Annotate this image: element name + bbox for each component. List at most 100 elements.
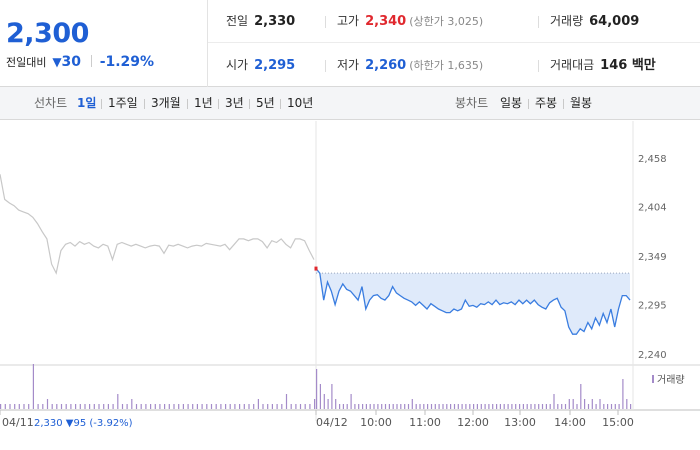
y-tick-label: 2,349 bbox=[638, 252, 667, 263]
volume-bar-today bbox=[411, 399, 413, 409]
volume-bar-today bbox=[423, 404, 425, 409]
volume-bar-prev bbox=[243, 404, 245, 409]
volume-bar-today bbox=[331, 384, 333, 409]
divider bbox=[90, 55, 92, 67]
current-price: 2,300 bbox=[6, 18, 89, 49]
stat-open: 시가 2,295 bbox=[226, 58, 296, 73]
volume-bar-today bbox=[430, 404, 433, 409]
volume-bar-prev bbox=[271, 404, 273, 409]
volume-bar-today bbox=[549, 404, 551, 409]
volume-bar-today bbox=[564, 404, 567, 409]
volume-bar-prev bbox=[145, 404, 147, 409]
intraday-price-chart[interactable]: 2,458 2,404 2,349 2,295 2,240 거래량 04/11 04/12 10… bbox=[0, 121, 700, 450]
y-tick-label: 2,458 bbox=[638, 154, 667, 165]
volume-bar-today bbox=[595, 404, 597, 409]
period-3m-tab[interactable]: 3개월 bbox=[151, 87, 181, 120]
series-prev-day-line bbox=[0, 174, 315, 275]
x-tick-label: 11:00 bbox=[409, 416, 441, 429]
volume-bar-today bbox=[580, 384, 582, 409]
volume-bar-prev bbox=[28, 404, 30, 409]
volume-bar-today bbox=[327, 399, 329, 409]
period-5y-tab[interactable]: 5년 bbox=[256, 87, 275, 120]
x-tick-label: 04/11 bbox=[2, 416, 34, 429]
volume-bar-today bbox=[419, 404, 421, 409]
volume-bar-today bbox=[599, 399, 601, 409]
volume-bar-prev bbox=[135, 404, 138, 409]
volume-bar-prev bbox=[150, 404, 152, 409]
volume-bar-today bbox=[469, 404, 471, 409]
volume-bar-prev bbox=[117, 394, 119, 409]
volume-bar-today bbox=[488, 404, 490, 409]
volume-bar-today bbox=[557, 404, 559, 409]
volume-bar-prev bbox=[4, 404, 6, 409]
volume-bar-today bbox=[484, 404, 486, 409]
volume-bar-today bbox=[576, 404, 578, 409]
volume-bar-today bbox=[465, 404, 467, 409]
candle-weekly-tab[interactable]: 주봉 bbox=[535, 87, 557, 120]
volume-bar-prev bbox=[84, 404, 86, 409]
volume-bar-today bbox=[541, 404, 544, 409]
volume-bar-prev bbox=[290, 404, 292, 409]
stat-volume: 거래량 64,009 bbox=[550, 14, 640, 29]
divider bbox=[563, 99, 564, 109]
divider bbox=[538, 60, 539, 72]
volume-bar-today bbox=[561, 404, 563, 409]
volume-bar-prev bbox=[164, 404, 166, 409]
divider bbox=[144, 99, 145, 109]
stat-low: 저가 2,260 (하한가 1,635) bbox=[337, 58, 484, 73]
volume-bar-today bbox=[507, 404, 509, 409]
period-3y-tab[interactable]: 3년 bbox=[225, 87, 244, 120]
volume-bar-today bbox=[335, 399, 337, 409]
candle-monthly-tab[interactable]: 월봉 bbox=[570, 87, 592, 120]
volume-bar-today bbox=[610, 404, 613, 409]
volume-bar-today bbox=[342, 404, 344, 409]
volume-bar-prev bbox=[225, 404, 227, 409]
volume-bar-today bbox=[545, 404, 547, 409]
volume-bar-today bbox=[499, 404, 501, 409]
volume-bar-today bbox=[396, 404, 398, 409]
volume-bar-today bbox=[400, 404, 402, 409]
volume-bar-today bbox=[339, 404, 341, 409]
volume-bar-today bbox=[457, 404, 459, 409]
volume-bar-prev bbox=[42, 404, 44, 409]
volume-bar-prev bbox=[253, 404, 255, 409]
volume-bar-today bbox=[587, 404, 590, 409]
volume-bar-today bbox=[584, 399, 586, 409]
candle-chart-label: 봉차트 bbox=[455, 96, 489, 110]
down-triangle-icon: ▼ bbox=[52, 55, 62, 69]
period-1d-tab[interactable]: 1일 bbox=[77, 87, 96, 120]
volume-bar-today bbox=[323, 394, 325, 409]
chart-period-toolbar: 선차트 1일 1주일 3개월 1년 3년 5년 10년 봉차트 일봉 주봉 월봉 bbox=[0, 87, 700, 120]
volume-bar-today bbox=[568, 399, 570, 409]
volume-bar-today bbox=[515, 404, 517, 409]
volume-bar-prev bbox=[131, 399, 133, 409]
volume-bar-today bbox=[384, 404, 387, 409]
period-1w-tab[interactable]: 1주일 bbox=[108, 87, 138, 120]
stats-row-2: 시가 2,295 저가 2,260 (하한가 1,635) 거래대금 146 백만 bbox=[208, 44, 700, 87]
volume-bar-today bbox=[480, 404, 482, 409]
volume-bar-prev bbox=[229, 404, 231, 409]
change-label: 전일대비 bbox=[6, 56, 47, 69]
stat-trade-amount: 거래대금 146 백만 bbox=[550, 58, 656, 73]
volume-bar-today bbox=[526, 404, 528, 409]
volume-bar-prev bbox=[309, 404, 311, 409]
volume-bar-prev bbox=[9, 404, 11, 409]
volume-bar-today bbox=[415, 404, 417, 409]
volume-bar-today bbox=[522, 404, 524, 409]
volume-bar-today bbox=[442, 404, 444, 409]
period-10y-tab[interactable]: 10년 bbox=[287, 87, 313, 120]
volume-bar-today bbox=[362, 404, 364, 409]
volume-bar-today bbox=[319, 384, 321, 409]
volume-bar-today bbox=[626, 399, 628, 409]
volume-legend-label: 거래량 bbox=[657, 374, 685, 386]
volume-bar-prev bbox=[0, 404, 2, 409]
volume-bar-prev bbox=[14, 404, 16, 409]
volume-bar-prev bbox=[126, 404, 128, 409]
candle-daily-tab[interactable]: 일봉 bbox=[500, 87, 522, 120]
divider bbox=[325, 60, 326, 72]
divider bbox=[538, 16, 539, 28]
period-1y-tab[interactable]: 1년 bbox=[194, 87, 213, 120]
volume-bar-today bbox=[453, 404, 456, 409]
volume-bar-today bbox=[316, 369, 318, 409]
y-tick-label: 2,295 bbox=[638, 301, 667, 312]
